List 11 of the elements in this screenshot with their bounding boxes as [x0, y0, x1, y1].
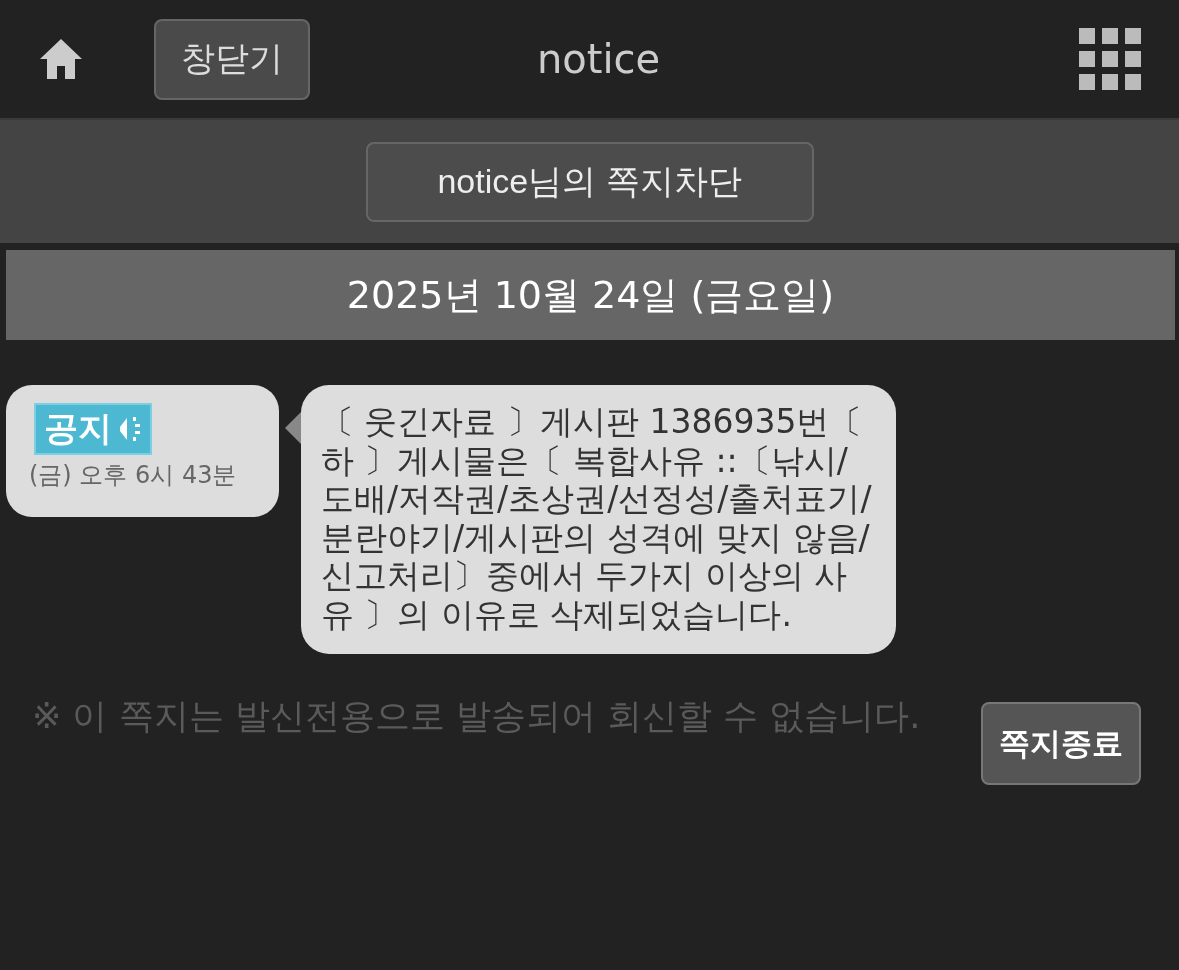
page-title: notice	[536, 36, 661, 82]
notice-badge: 공지	[34, 403, 152, 455]
block-messages-button[interactable]: notice님의 쪽지차단	[365, 141, 814, 222]
grid-menu-icon[interactable]	[1079, 28, 1141, 90]
close-message-button[interactable]: 쪽지종료	[981, 702, 1141, 785]
close-window-button[interactable]: 창닫기	[154, 18, 310, 100]
reply-notice-text: ※ 이 쪽지는 발신전용으로 발송되어 회신할 수 없습니다.	[32, 695, 922, 738]
message-bubble: 〔 웃긴자료 〕게시판 1386935번〔 하 〕게시물은〔 복합사유 ::〔낚시/도배/저작권/초상권/선정성/출처표기/분란야기/게시판의 성격에 맞지 않음/신고처리〕중에서 두가지 이상의 사유 〕의 이유로 삭제되었습니다.	[301, 385, 896, 654]
home-icon[interactable]	[38, 37, 84, 81]
message-time: (금) 오후 6시 43분	[29, 460, 238, 491]
date-heading: 2025년 10월 24일 (금요일)	[346, 273, 835, 317]
